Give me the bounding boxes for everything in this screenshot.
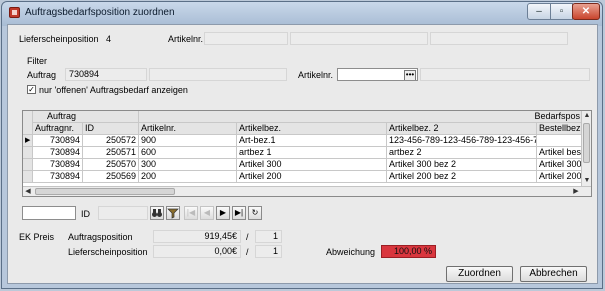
abweichung-value: 100,00 % [381, 245, 436, 258]
column-header-artikelnr[interactable]: Artikelnr. [139, 123, 237, 135]
filter-artikelnr-label: Artikelnr. [298, 70, 334, 80]
cell-id[interactable]: 250571 [83, 147, 139, 159]
cell-id[interactable]: 250570 [83, 159, 139, 171]
horizontal-scroll-thumb[interactable] [35, 188, 175, 195]
cell-auftragnr[interactable]: 730894 [33, 147, 83, 159]
abbrechen-button[interactable]: Abbrechen [520, 266, 587, 282]
filter-auftrag-field[interactable]: 730894 [65, 68, 147, 81]
dialog-window: Auftragsbedarfsposition zuordnen – ▫ ✕ L… [1, 1, 603, 289]
cell-artikelnr[interactable]: 300 [139, 159, 237, 171]
header-artikelbez-field [290, 32, 428, 45]
dialog-body: Lieferscheinposition 4 Artikelnr. Filter… [7, 24, 598, 284]
lieferscheinposition-value: 4 [106, 34, 112, 44]
auftragsposition-price: 919,45€ [153, 230, 241, 243]
lieferscheinposition-qty: 1 [255, 245, 282, 258]
cell-bestellbez[interactable]: Artikel best [537, 147, 583, 159]
cell-auftragnr[interactable]: 730894 [33, 159, 83, 171]
filter-title: Filter [27, 56, 47, 66]
column-header-id[interactable]: ID [83, 123, 139, 135]
lieferscheinposition-label: Lieferscheinposition [19, 34, 99, 44]
filter-icon[interactable] [166, 206, 180, 220]
next-record-icon[interactable]: ▶ [216, 206, 230, 220]
row-header [23, 147, 33, 159]
cell-artikelnr[interactable]: 600 [139, 147, 237, 159]
app-icon [9, 7, 20, 18]
cell-artikelbez[interactable]: Artikel 300 [237, 159, 387, 171]
filter-artikelbez-field [420, 68, 590, 81]
horizontal-scrollbar[interactable]: ◀ ▶ [23, 186, 591, 196]
cell-auftragnr[interactable]: 730894 [33, 171, 83, 183]
cell-artikelbez[interactable]: artbez 1 [237, 147, 387, 159]
close-button[interactable]: ✕ [572, 3, 600, 20]
filter-artikelnr-input[interactable]: ••• [337, 68, 418, 81]
column-header-artikelbez2[interactable]: Artikelbez. 2 [387, 123, 537, 135]
group-header-auftrag: Auftrag [33, 111, 139, 123]
cell-artikelnr[interactable]: 200 [139, 171, 237, 183]
vertical-scrollbar[interactable]: ▲ ▼ [581, 111, 591, 196]
ek-preis-label: EK Preis [19, 232, 55, 242]
last-record-icon[interactable]: ▶| [232, 206, 246, 220]
cell-id[interactable]: 250569 [83, 171, 139, 183]
scroll-left-icon[interactable]: ◀ [23, 187, 33, 196]
row-indicator-icon: ▶ [23, 135, 33, 147]
header-artikelnr-field [204, 32, 288, 45]
zuordnen-button[interactable]: Zuordnen [446, 266, 513, 282]
header-artikelbez2-field [430, 32, 568, 45]
refresh-icon[interactable]: ↻ [248, 206, 262, 220]
previous-record-icon[interactable]: ◀ [200, 206, 214, 220]
row-header [23, 171, 33, 183]
column-header-artikelbez[interactable]: Artikelbez. [237, 123, 387, 135]
cell-artikelbez[interactable]: Artikel 200 [237, 171, 387, 183]
id-value-field [98, 206, 148, 220]
slash-separator: / [246, 247, 249, 257]
column-header-bestellbez[interactable]: Bestellbez. [537, 123, 583, 135]
scroll-up-icon[interactable]: ▲ [582, 111, 591, 121]
minimize-button[interactable]: – [527, 3, 551, 20]
auftragsposition-qty: 1 [255, 230, 282, 243]
cell-artikelbez[interactable]: Art-bez.1 [237, 135, 387, 147]
row-header [23, 159, 33, 171]
cell-bestellbez[interactable]: Artikel 200 [537, 171, 583, 183]
first-record-icon[interactable]: |◀ [184, 206, 198, 220]
id-search-input[interactable] [22, 206, 76, 220]
filter-auftrag-desc-field [149, 68, 287, 81]
lieferscheinposition-price-label: Lieferscheinposition [68, 247, 148, 257]
lieferscheinposition-price: 0,00€ [153, 245, 241, 258]
demand-grid[interactable]: Auftrag Bedarfspos Auftragnr. ID Artikel… [22, 110, 592, 197]
cell-artikelnr[interactable]: 900 [139, 135, 237, 147]
cell-artikelbez2[interactable]: 123-456-789-123-456-789-123-456-78 [387, 135, 537, 147]
cell-artikelbez2[interactable]: Artikel 200 bez 2 [387, 171, 537, 183]
cell-bestellbez[interactable]: Artikel 300 [537, 159, 583, 171]
open-demand-label[interactable]: nur 'offenen' Auftragsbedarf anzeigen [39, 85, 188, 95]
ellipsis-button[interactable]: ••• [404, 70, 416, 80]
vertical-scroll-thumb[interactable] [583, 123, 590, 163]
header-artikelnr-label: Artikelnr. [168, 34, 204, 44]
slash-separator: / [246, 232, 249, 242]
grid-corner [23, 111, 33, 135]
abweichung-label: Abweichung [326, 247, 376, 257]
auftragsposition-label: Auftragsposition [68, 232, 133, 242]
open-demand-checkbox[interactable]: ✓ [27, 85, 36, 94]
title-bar[interactable]: Auftragsbedarfsposition zuordnen – ▫ ✕ [2, 2, 602, 24]
window-title: Auftragsbedarfsposition zuordnen [25, 7, 175, 18]
maximize-button[interactable]: ▫ [550, 3, 573, 20]
scroll-down-icon[interactable]: ▼ [582, 176, 591, 186]
cell-id[interactable]: 250572 [83, 135, 139, 147]
scroll-right-icon[interactable]: ▶ [571, 187, 581, 196]
id-label: ID [81, 209, 90, 219]
binoculars-icon[interactable] [150, 206, 164, 220]
cell-artikelbez2[interactable]: artbez 2 [387, 147, 537, 159]
cell-auftragnr[interactable]: 730894 [33, 135, 83, 147]
filter-auftrag-label: Auftrag [27, 70, 57, 80]
cell-artikelbez2[interactable]: Artikel 300 bez 2 [387, 159, 537, 171]
group-header-bedarfspos: Bedarfspos [139, 111, 583, 123]
column-header-auftragnr[interactable]: Auftragnr. [33, 123, 83, 135]
cell-bestellbez[interactable] [537, 135, 583, 147]
